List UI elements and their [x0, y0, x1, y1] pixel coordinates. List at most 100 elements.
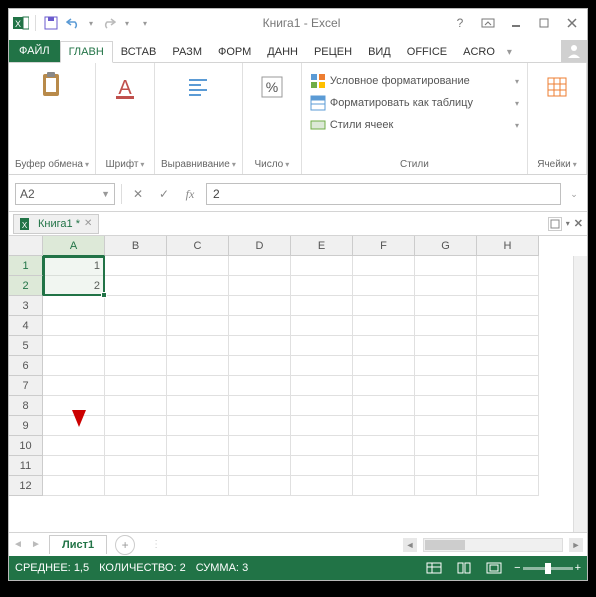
row-header[interactable]: 11 [9, 456, 43, 476]
cell[interactable] [167, 416, 229, 436]
cell[interactable] [353, 476, 415, 496]
cell[interactable] [43, 296, 105, 316]
cell[interactable] [291, 416, 353, 436]
cell[interactable] [105, 376, 167, 396]
dropdown-icon[interactable]: ▾ [285, 160, 289, 169]
close-icon[interactable] [561, 14, 583, 32]
tab-insert[interactable]: ВСТАВ [113, 42, 165, 62]
ribbon-toggle-icon[interactable] [477, 14, 499, 32]
redo-icon[interactable] [100, 14, 118, 32]
row-header[interactable]: 9 [9, 416, 43, 436]
row-header[interactable]: 2 [9, 276, 43, 296]
cell[interactable] [167, 476, 229, 496]
cell[interactable] [353, 376, 415, 396]
cell[interactable] [105, 436, 167, 456]
row-header[interactable]: 3 [9, 296, 43, 316]
cell[interactable] [167, 276, 229, 296]
cell[interactable] [229, 456, 291, 476]
tab-view[interactable]: ВИД [360, 42, 399, 62]
cell[interactable] [229, 316, 291, 336]
sheet-tab[interactable]: Лист1 [49, 535, 107, 554]
name-box[interactable]: A2 ▼ [15, 183, 115, 205]
cell[interactable] [353, 356, 415, 376]
cell[interactable] [43, 316, 105, 336]
add-sheet-icon[interactable]: + [115, 535, 135, 555]
cell[interactable] [105, 356, 167, 376]
cell[interactable] [229, 436, 291, 456]
fx-icon[interactable]: fx [180, 184, 200, 204]
cell[interactable] [43, 436, 105, 456]
cell[interactable] [415, 436, 477, 456]
cell[interactable] [415, 316, 477, 336]
cell[interactable] [167, 336, 229, 356]
cell[interactable] [105, 296, 167, 316]
workbook-close-icon[interactable]: ✕ [84, 218, 92, 229]
select-all-corner[interactable] [9, 236, 43, 256]
cell[interactable]: 2 [43, 276, 105, 296]
sheet-split-icon[interactable]: ⋮ [147, 536, 165, 554]
format-as-table-button[interactable]: Форматировать как таблицу ▾ [310, 93, 519, 113]
cell[interactable] [229, 296, 291, 316]
zoom-slider[interactable]: − + [514, 562, 581, 574]
cell[interactable] [353, 436, 415, 456]
cell[interactable] [353, 256, 415, 276]
spreadsheet-grid[interactable]: A B C D E F G H 11223456789101112 [9, 236, 587, 532]
tabs-overflow-icon[interactable]: ▾ [503, 43, 516, 62]
cell[interactable] [105, 416, 167, 436]
sheet-nav-next-icon[interactable]: ► [27, 536, 45, 554]
cells-button[interactable] [534, 67, 580, 101]
workbook-tab[interactable]: X Книга1 * ✕ [13, 214, 99, 234]
cell[interactable] [477, 316, 539, 336]
cell[interactable] [43, 356, 105, 376]
cell[interactable] [353, 336, 415, 356]
undo-icon[interactable] [64, 14, 82, 32]
dropdown-icon[interactable]: ▾ [573, 160, 577, 169]
accept-formula-icon[interactable]: ✓ [154, 184, 174, 204]
cell[interactable] [291, 296, 353, 316]
cell[interactable] [415, 416, 477, 436]
save-icon[interactable] [42, 14, 60, 32]
horizontal-scrollbar[interactable]: ◄ ► [165, 538, 587, 552]
cell[interactable] [415, 256, 477, 276]
cell[interactable] [43, 476, 105, 496]
cell[interactable] [291, 316, 353, 336]
scroll-right-icon[interactable]: ► [569, 538, 583, 552]
tab-formulas[interactable]: ФОРМ [210, 42, 259, 62]
dropdown-icon[interactable]: ▾ [515, 99, 519, 108]
cell[interactable] [291, 436, 353, 456]
cell[interactable] [43, 456, 105, 476]
cancel-formula-icon[interactable]: ✕ [128, 184, 148, 204]
dropdown-icon[interactable]: ▾ [85, 160, 89, 169]
col-header-A[interactable]: A [43, 236, 105, 256]
cell[interactable] [477, 356, 539, 376]
cell[interactable] [415, 296, 477, 316]
zoom-in-icon[interactable]: + [575, 562, 581, 574]
col-header-C[interactable]: C [167, 236, 229, 256]
cell[interactable] [229, 336, 291, 356]
cell[interactable] [291, 256, 353, 276]
cell[interactable] [105, 336, 167, 356]
cell[interactable] [353, 276, 415, 296]
cell[interactable] [105, 316, 167, 336]
tab-layout[interactable]: РАЗМ [164, 42, 210, 62]
cell[interactable] [167, 356, 229, 376]
paste-button[interactable] [29, 67, 75, 101]
cell[interactable] [477, 436, 539, 456]
cell[interactable] [229, 376, 291, 396]
tab-review[interactable]: РЕЦЕН [306, 42, 360, 62]
cell[interactable] [477, 456, 539, 476]
cell[interactable] [415, 276, 477, 296]
cell[interactable] [353, 396, 415, 416]
cell[interactable] [415, 376, 477, 396]
cell[interactable] [415, 396, 477, 416]
cell[interactable] [353, 296, 415, 316]
conditional-formatting-button[interactable]: Условное форматирование ▾ [310, 71, 519, 91]
cell[interactable] [477, 336, 539, 356]
cell[interactable] [353, 416, 415, 436]
cell[interactable] [229, 356, 291, 376]
cell[interactable] [477, 296, 539, 316]
cell[interactable] [167, 296, 229, 316]
fill-handle[interactable] [101, 292, 107, 298]
cell[interactable] [43, 416, 105, 436]
cell[interactable] [477, 396, 539, 416]
